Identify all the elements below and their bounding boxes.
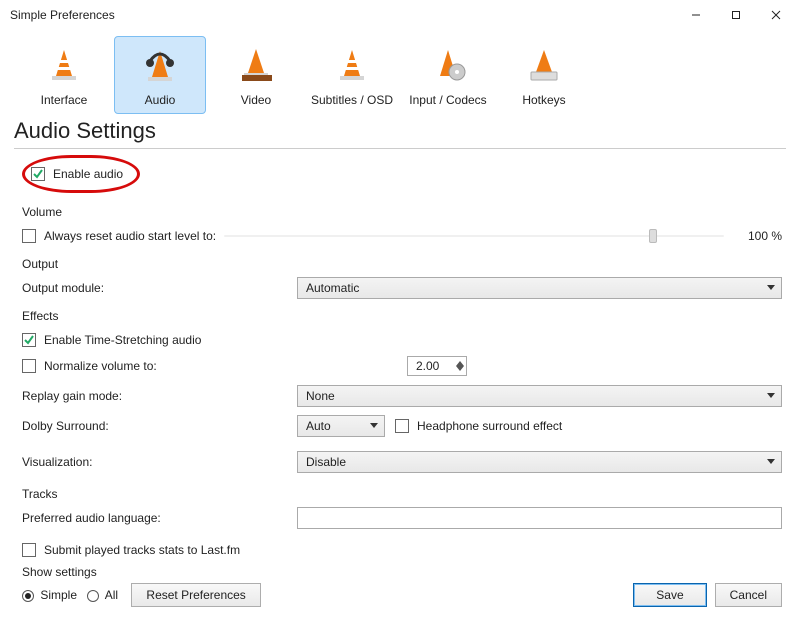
volume-group: Volume [22,205,782,219]
tab-subtitles[interactable]: Subtitles / OSD [306,36,398,114]
dolby-label: Dolby Surround: [22,419,297,433]
maximize-icon [731,10,741,20]
tab-audio[interactable]: Audio [114,36,206,114]
chevron-down-icon [767,285,775,291]
cone-keyboard-icon [525,46,563,84]
enable-audio-label: Enable audio [53,167,123,181]
checkmark-icon [24,335,34,345]
chevron-down-icon [767,459,775,465]
select-value: Automatic [306,281,359,295]
minimize-icon [691,10,701,20]
output-module-label: Output module: [22,281,297,295]
divider [14,148,786,149]
window-buttons [676,0,796,30]
tab-label: Input / Codecs [409,93,486,107]
output-module-select[interactable]: Automatic [297,277,782,299]
cone-icon [333,46,371,84]
volume-percent: 100 % [732,229,782,243]
normalize-checkbox[interactable] [22,359,36,373]
cone-disc-icon [429,46,467,84]
headphone-checkbox[interactable] [395,419,409,433]
radio-all-label: All [105,588,118,602]
category-tabs: Interface Audio Video Subtitles / OSD In… [0,30,800,114]
tab-interface[interactable]: Interface [18,36,110,114]
replay-gain-label: Replay gain mode: [22,389,297,403]
always-reset-label: Always reset audio start level to: [44,229,216,243]
close-icon [771,10,781,20]
dolby-select[interactable]: Auto [297,415,385,437]
show-settings-label: Show settings [22,565,261,579]
preferred-lang-input[interactable] [297,507,782,529]
reset-preferences-button[interactable]: Reset Preferences [131,583,260,607]
radio-simple[interactable] [22,590,34,602]
enable-audio-checkbox[interactable] [31,167,45,181]
select-value: Disable [306,455,346,469]
select-value: None [306,389,335,403]
always-reset-checkbox[interactable] [22,229,36,243]
tab-label: Hotkeys [522,93,565,107]
radio-all[interactable] [87,590,99,602]
normalize-label: Normalize volume to: [44,359,297,373]
minimize-button[interactable] [676,0,716,30]
chevron-down-icon [456,366,464,371]
page-title: Audio Settings [0,114,800,146]
tab-video[interactable]: Video [210,36,302,114]
radio-simple-label: Simple [40,588,77,602]
tab-label: Video [241,93,271,107]
chevron-up-icon [456,361,464,366]
window-title: Simple Preferences [10,8,115,22]
cone-film-icon [236,45,276,85]
maximize-button[interactable] [716,0,756,30]
slider-thumb[interactable] [649,229,657,243]
titlebar: Simple Preferences [0,0,800,30]
timestretch-label: Enable Time-Stretching audio [44,333,201,347]
normalize-stepper[interactable]: 2.00 [407,356,467,376]
output-group: Output [22,257,782,271]
timestretch-checkbox[interactable] [22,333,36,347]
tab-hotkeys[interactable]: Hotkeys [498,36,590,114]
select-value: Auto [306,419,331,433]
normalize-value: 2.00 [416,359,439,373]
checkmark-icon [33,169,43,179]
lastfm-label: Submit played tracks stats to Last.fm [44,543,240,557]
lastfm-checkbox[interactable] [22,543,36,557]
visualization-label: Visualization: [22,455,297,469]
cone-icon [45,46,83,84]
volume-slider[interactable] [224,227,724,245]
replay-gain-select[interactable]: None [297,385,782,407]
tab-label: Audio [145,93,176,107]
visualization-select[interactable]: Disable [297,451,782,473]
tab-input-codecs[interactable]: Input / Codecs [402,36,494,114]
cancel-button[interactable]: Cancel [715,583,782,607]
tracks-group: Tracks [22,487,782,501]
annotation-circle: Enable audio [22,155,140,193]
cone-headphones-icon [140,45,180,85]
preferred-lang-label: Preferred audio language: [22,511,297,525]
footer: Show settings Simple All Reset Preferenc… [0,559,800,621]
headphone-label: Headphone surround effect [417,419,562,433]
tab-label: Subtitles / OSD [311,93,393,107]
chevron-down-icon [370,423,378,429]
effects-group: Effects [22,309,782,323]
chevron-down-icon [767,393,775,399]
save-button[interactable]: Save [633,583,706,607]
close-button[interactable] [756,0,796,30]
tab-label: Interface [41,93,88,107]
